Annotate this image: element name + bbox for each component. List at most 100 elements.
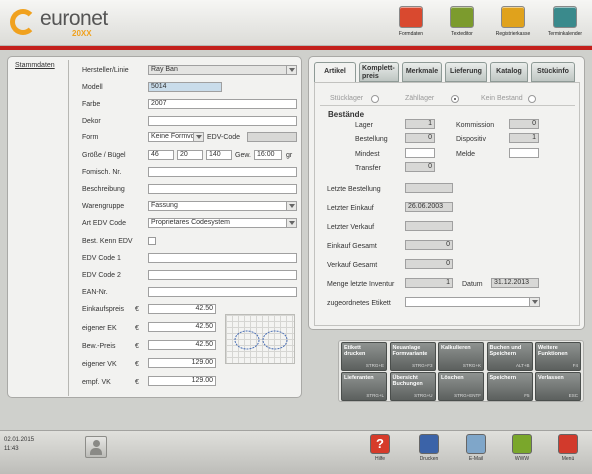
- tab-katalog[interactable]: Katalog: [490, 62, 528, 82]
- lager-field[interactable]: 1: [405, 119, 435, 129]
- header-divider: [0, 46, 592, 50]
- groesse-field[interactable]: 46: [148, 150, 174, 160]
- tab-lieferung-label: Lieferung: [450, 68, 482, 75]
- tab-lieferung[interactable]: Lieferung: [445, 62, 487, 82]
- footer-time: 11:43: [4, 446, 19, 452]
- euro-symbol: €: [135, 361, 139, 368]
- edv-code-2-field[interactable]: [148, 270, 297, 280]
- buchen-speichern-button[interactable]: Buchen und Speichern ALT+B: [486, 342, 533, 371]
- menu-button[interactable]: Menü: [548, 434, 588, 462]
- fomisch-field[interactable]: [148, 167, 297, 177]
- eigener-ek-field[interactable]: 42.50: [148, 322, 216, 332]
- modell-field[interactable]: 5014: [148, 82, 222, 92]
- art-edv-label: Art EDV Code: [82, 220, 126, 227]
- verlassen-button[interactable]: Verlassen ESC: [535, 372, 581, 401]
- texteditor-button[interactable]: Texteditor: [437, 6, 487, 44]
- einkaufspreis-field[interactable]: 42.50: [148, 304, 216, 314]
- bestaende-underline: [320, 105, 575, 106]
- email-button[interactable]: E-Mail: [456, 434, 496, 462]
- buegel-field[interactable]: 140: [206, 150, 232, 160]
- hilfe-label: Hilfe: [374, 456, 385, 462]
- weitere-funktionen-label: Weitere Funktionen: [538, 345, 568, 357]
- glasses-outline-icon: [234, 330, 288, 350]
- formdaten-label: Formdaten: [398, 31, 424, 37]
- loeschen-shortcut: STRG+ENTF: [454, 393, 481, 398]
- kommission-field[interactable]: 0: [509, 119, 539, 129]
- eigener-vk-field[interactable]: 129.00: [148, 358, 216, 368]
- dekor-field[interactable]: [148, 116, 297, 126]
- einkauf-gesamt-field[interactable]: 0: [405, 240, 453, 250]
- steg-field[interactable]: 20: [177, 150, 203, 160]
- glasses-icon: [399, 6, 423, 28]
- mindest-field[interactable]: [405, 148, 435, 158]
- farbe-field[interactable]: 2007: [148, 99, 297, 109]
- stuecklager-radio[interactable]: [371, 95, 379, 103]
- bestellung-label: Bestellung: [355, 136, 388, 143]
- kommission-label: Kommission: [456, 122, 495, 129]
- letzte-bestellung-field[interactable]: [405, 183, 453, 193]
- etikett-label: zugeordnetes Etikett: [327, 300, 391, 307]
- form-select[interactable]: Keine Formvo: [148, 132, 204, 142]
- formdaten-button[interactable]: Formdaten: [386, 6, 436, 44]
- art-edv-value: Proprietares Codesystem: [151, 219, 230, 226]
- tab-merkmale[interactable]: Merkmale: [402, 62, 442, 82]
- verkauf-gesamt-field[interactable]: 0: [405, 259, 453, 269]
- lieferanten-button[interactable]: Lieferanten STRG+L: [341, 372, 387, 401]
- drucken-label: Drucken: [419, 456, 439, 462]
- user-icon[interactable]: [85, 436, 107, 458]
- uebersicht-buchungen-button[interactable]: Übersicht Buchungen STRG+U: [389, 372, 436, 401]
- letzter-einkauf-field[interactable]: 26.06.2003: [405, 202, 453, 212]
- tab-stueckinfo[interactable]: Stückinfo: [531, 62, 575, 82]
- chevron-down-icon: [286, 202, 296, 210]
- etikett-drucken-button[interactable]: Etikett drucken STRG+E: [341, 342, 387, 371]
- letzter-einkauf-label: Letzter Einkauf: [327, 205, 374, 212]
- kalkulieren-button[interactable]: Kalkulieren STRG+K: [438, 342, 484, 371]
- hilfe-button[interactable]: ? Hilfe: [360, 434, 400, 462]
- registrierkasse-button[interactable]: Registrierkasse: [488, 6, 538, 44]
- frame-preview-image: [225, 314, 295, 364]
- drucken-button[interactable]: Drucken: [409, 434, 449, 462]
- lieferanten-label: Lieferanten: [344, 375, 374, 381]
- dispositiv-field[interactable]: 1: [509, 133, 539, 143]
- bew-preis-label: Bew.-Preis: [82, 343, 116, 350]
- loeschen-button[interactable]: Löschen STRG+ENTF: [438, 372, 484, 401]
- logo-icon: [10, 9, 36, 35]
- chevron-down-icon: [286, 66, 296, 74]
- www-button[interactable]: WWW: [502, 434, 542, 462]
- www-label: WWW: [514, 456, 530, 462]
- speichern-button[interactable]: Speichern F5: [486, 372, 533, 401]
- ean-field[interactable]: [148, 287, 297, 297]
- letzter-verkauf-field[interactable]: [405, 221, 453, 231]
- hersteller-select[interactable]: Ray Ban: [148, 65, 297, 75]
- bew-preis-field[interactable]: 42.50: [148, 340, 216, 350]
- beschreibung-field[interactable]: [148, 184, 297, 194]
- chevron-down-icon: [193, 133, 203, 141]
- menu-icon: [558, 434, 578, 454]
- zaehllager-radio[interactable]: [451, 95, 459, 103]
- warengruppe-select[interactable]: Fassung: [148, 201, 297, 211]
- weitere-funktionen-button[interactable]: Weitere Funktionen F4: [535, 342, 581, 371]
- kein-bestand-label: Kein Bestand: [481, 95, 523, 102]
- etikett-select[interactable]: [405, 297, 540, 307]
- hersteller-value: Ray Ban: [151, 66, 178, 73]
- best-kenn-checkbox[interactable]: [148, 237, 156, 245]
- tab-artikel[interactable]: Artikel: [314, 62, 356, 82]
- tab-komplettpreis[interactable]: Komplett- preis: [359, 62, 399, 82]
- datum-field[interactable]: 31.12.2013: [491, 278, 539, 288]
- edv-code-1-field[interactable]: [148, 253, 297, 263]
- stammdaten-tab[interactable]: Stammdaten: [11, 60, 69, 396]
- edv-code-field[interactable]: [247, 132, 297, 142]
- gewicht-field[interactable]: 16:00: [254, 150, 282, 160]
- terminkalender-button[interactable]: Terminkalender: [540, 6, 590, 44]
- empf-vk-field[interactable]: 129.00: [148, 376, 216, 386]
- melde-field[interactable]: [509, 148, 539, 158]
- art-edv-select[interactable]: Proprietares Codesystem: [148, 218, 297, 228]
- neuanlage-formvariante-button[interactable]: Neuanlage Formvariante STRG+F3: [389, 342, 436, 371]
- transfer-field[interactable]: 0: [405, 162, 435, 172]
- logo-subtext: 20XX: [72, 29, 92, 38]
- kalkulieren-label: Kalkulieren: [441, 345, 471, 351]
- inventur-field[interactable]: 1: [405, 278, 453, 288]
- form-value: Keine Formvo: [151, 133, 195, 140]
- bestellung-field[interactable]: 0: [405, 133, 435, 143]
- kein-bestand-radio[interactable]: [528, 95, 536, 103]
